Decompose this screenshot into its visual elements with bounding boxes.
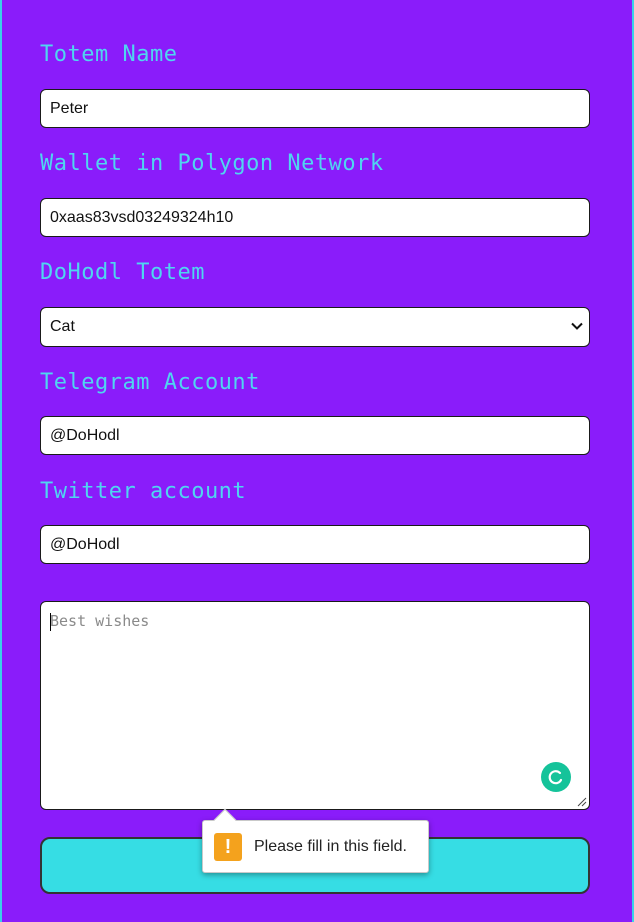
validation-tooltip: ! Please fill in this field. [202,808,429,873]
totem-select-value: Cat [50,318,75,335]
twitter-input[interactable]: @DoHodl [40,525,590,564]
chevron-down-icon [571,322,583,330]
totem-label: DoHodl Totem [40,260,205,285]
twitter-label: Twitter account [40,479,247,504]
totem-name-label: Totem Name [40,42,178,67]
wallet-input[interactable]: 0xaas83vsd03249324h10 [40,198,590,237]
message-placeholder: Best wishes [50,612,150,630]
grammarly-logo-icon [548,770,563,785]
text-caret [50,613,51,631]
telegram-label: Telegram Account [40,370,260,395]
exclamation-icon: ! [214,833,242,861]
wallet-label: Wallet in Polygon Network [40,151,384,176]
resize-handle-icon[interactable] [577,797,587,807]
totem-name-input[interactable]: Peter [40,89,590,128]
totem-select[interactable]: Cat [40,307,590,347]
grammarly-icon[interactable] [541,762,571,792]
telegram-input[interactable]: @DoHodl [40,416,590,455]
tooltip-arrow [213,808,237,832]
message-textarea[interactable]: Best wishes [40,601,590,810]
validation-message: Please fill in this field. [254,838,407,855]
